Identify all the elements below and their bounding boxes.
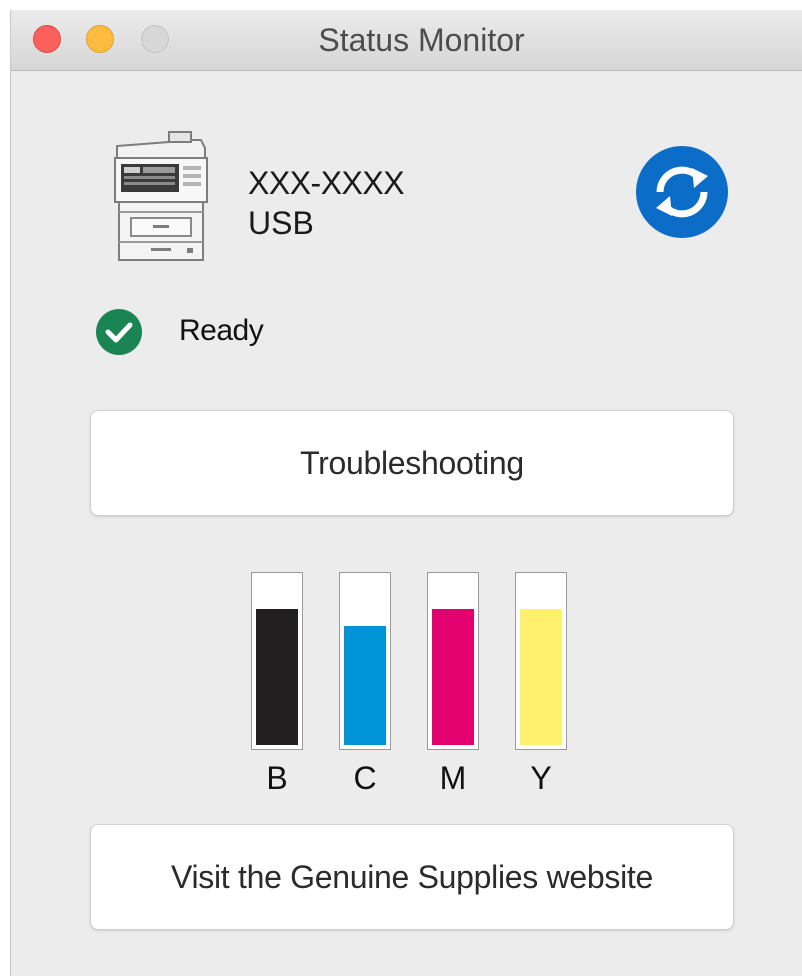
ink-gauge-y [515,572,567,750]
ink-fill-m [432,609,474,745]
ink-gauge-m [427,572,479,750]
ink-fill-y [520,609,562,745]
ink-fill-b [256,609,298,745]
ink-fill-c [344,626,386,745]
ink-label-y: Y [530,760,552,796]
printer-icon [114,131,208,261]
ink-gauge-c [339,572,391,750]
troubleshooting-button[interactable]: Troubleshooting [90,410,734,516]
refresh-button[interactable] [636,146,728,238]
genuine-supplies-button[interactable]: Visit the Genuine Supplies website [90,824,734,930]
status-monitor-window: Status Monitor XXX-XXXX USB Ready Troubl… [10,10,802,976]
connection-type: USB [248,205,314,241]
refresh-icon [656,166,708,218]
device-model-name: XXX-XXXX [248,165,405,201]
ink-label-c: C [353,760,377,796]
ink-label-m: M [439,760,467,796]
window-title: Status Monitor [318,22,525,58]
ink-gauge-b [251,572,303,750]
check-circle-icon [96,309,142,355]
ink-label-b: B [266,760,288,796]
title-bar[interactable]: Status Monitor [11,10,802,71]
status-text: Ready [179,314,264,347]
